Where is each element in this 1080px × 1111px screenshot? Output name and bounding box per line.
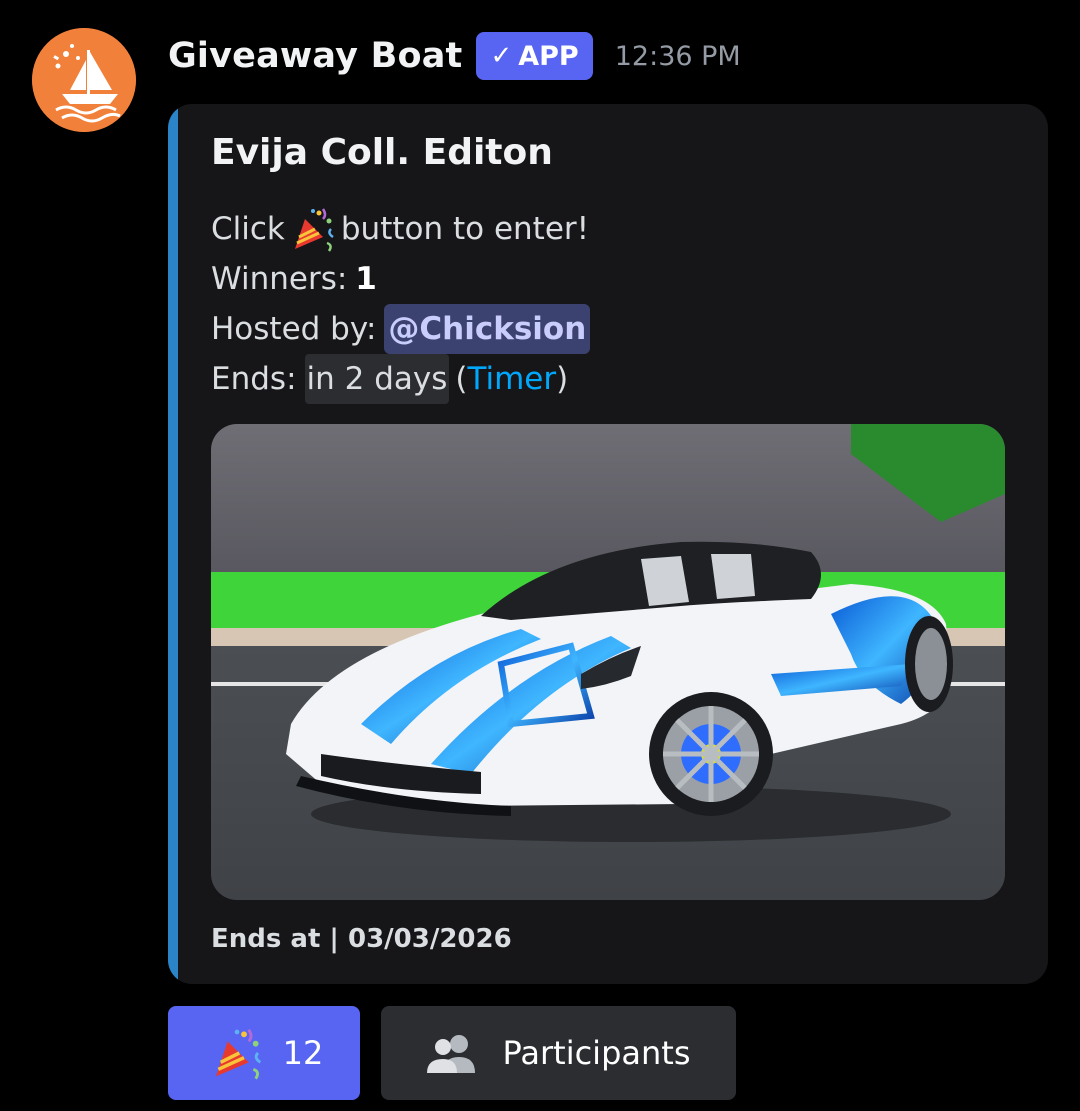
giveaway-embed: Evija Coll. Editon Click button to enter… — [168, 104, 1048, 984]
participants-label: Participants — [502, 1034, 691, 1072]
people-icon — [426, 1035, 475, 1073]
participants-button[interactable]: Participants — [381, 1006, 736, 1100]
winners-value: 1 — [355, 261, 377, 297]
discord-message: Giveaway Boat ✓ APP 12:36 PM Evija Coll.… — [0, 0, 1080, 1111]
close-paren: ) — [556, 361, 569, 397]
embed-description: Click button to enter! Winners: 1 Hosted… — [211, 204, 591, 404]
verified-check-icon: ✓ — [490, 41, 513, 71]
message-header: Giveaway Boat ✓ APP 12:36 PM — [168, 30, 741, 82]
winners-line: Winners: 1 — [211, 254, 590, 304]
timer-link[interactable]: Timer — [468, 354, 557, 404]
host-mention[interactable]: @Chicksion — [384, 304, 591, 354]
message-timestamp: 12:36 PM — [614, 40, 741, 72]
instruction-prefix: Click — [211, 211, 285, 247]
enter-giveaway-button[interactable]: 12 — [168, 1006, 360, 1100]
enter-instruction: Click button to enter! — [211, 204, 590, 254]
embed-accent-bar — [168, 104, 178, 984]
sailboat-logo-icon — [32, 28, 136, 132]
winners-label: Winners: — [211, 261, 348, 297]
ends-relative-time[interactable]: in 2 days — [304, 354, 450, 404]
bot-avatar[interactable] — [32, 28, 136, 132]
instruction-suffix: button to enter! — [340, 211, 590, 247]
entry-count: 12 — [282, 1034, 324, 1072]
hosted-line: Hosted by: @Chicksion — [211, 304, 591, 354]
hosted-label: Hosted by: — [211, 311, 377, 347]
open-paren: ( — [455, 361, 468, 397]
car-image — [211, 424, 1005, 900]
embed-footer: Ends at | 03/03/2026 — [211, 924, 512, 954]
ends-label: Ends: — [211, 361, 297, 397]
embed-title: Evija Coll. Editon — [211, 132, 553, 173]
app-badge-label: APP — [518, 40, 579, 72]
party-popper-icon — [215, 1028, 261, 1080]
app-badge: ✓ APP — [476, 32, 593, 80]
giveaway-image[interactable] — [211, 424, 1005, 900]
ends-line: Ends: in 2 days ( Timer ) — [211, 354, 590, 404]
party-popper-icon — [294, 208, 334, 252]
author-name[interactable]: Giveaway Boat — [168, 36, 462, 76]
